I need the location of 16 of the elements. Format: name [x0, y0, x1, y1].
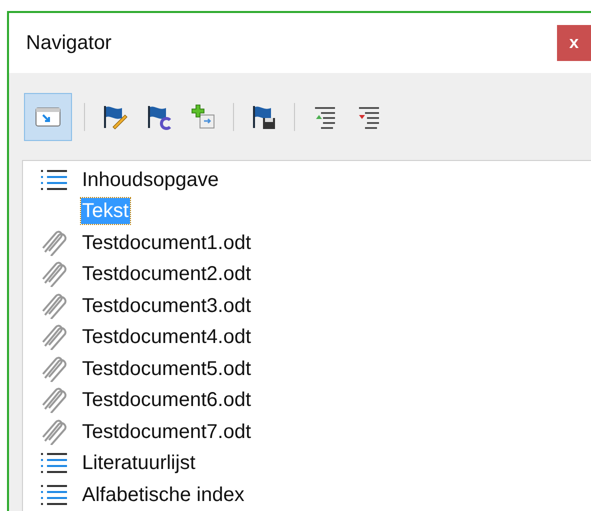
tree-item[interactable]: Testdocument3.odt [81, 292, 252, 319]
window-title: Navigator [26, 31, 112, 56]
plus-link-icon [189, 102, 217, 130]
tree-item[interactable]: Testdocument6.odt [81, 387, 252, 414]
list-icon [39, 482, 69, 507]
list-icon [39, 168, 69, 192]
tree-item[interactable]: Testdocument2.odt [81, 261, 252, 288]
tree-item[interactable]: Testdocument7.odt [81, 418, 252, 445]
tree-item[interactable]: Testdocument5.odt [81, 356, 252, 382]
tree-item[interactable]: Alfabetische index [81, 482, 246, 508]
list-icon [39, 451, 69, 476]
tree-item[interactable]: Testdocument1.odt [81, 230, 252, 256]
close-button[interactable]: x [557, 25, 591, 61]
tree-item[interactable]: Inhoudsopgave [81, 166, 220, 193]
tree-item[interactable]: Testdocument4.odt [81, 324, 252, 350]
tree-item[interactable]: Literatuurlijst [81, 450, 196, 476]
